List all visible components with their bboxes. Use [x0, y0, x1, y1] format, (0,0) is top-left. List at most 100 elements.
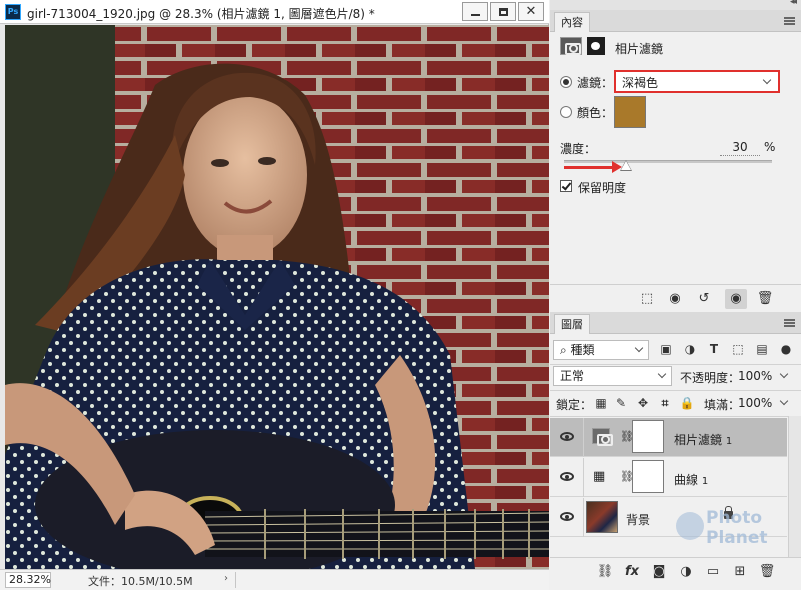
- layer-row-background[interactable]: 背景: [550, 498, 787, 537]
- density-label: 濃度：: [560, 142, 597, 156]
- eye-icon[interactable]: [560, 432, 574, 441]
- type-filter-icon[interactable]: T: [705, 340, 723, 358]
- close-icon: ✕: [525, 4, 537, 19]
- layer-row-photo-filter[interactable]: ⛓ 相片濾鏡 1: [550, 418, 787, 457]
- color-radio[interactable]: [560, 106, 572, 118]
- opacity-value[interactable]: 100%: [738, 369, 772, 383]
- blend-mode-select[interactable]: 正常: [553, 366, 672, 386]
- visibility-toggle-icon[interactable]: ◉: [725, 289, 747, 309]
- lock-pixels-icon[interactable]: ✎: [612, 394, 630, 412]
- minimize-icon: [471, 14, 480, 16]
- filter-label: 濾鏡：: [577, 76, 614, 90]
- layer-name: 相片濾鏡 1: [674, 433, 733, 447]
- panel-collapse-strip[interactable]: ◂◂: [550, 0, 801, 10]
- panel-menu-icon[interactable]: [784, 17, 795, 25]
- status-menu-arrow-icon[interactable]: ›: [224, 573, 228, 584]
- view-previous-icon[interactable]: ◉: [664, 289, 686, 309]
- layer-kind-filter[interactable]: ⌕ 種類: [553, 340, 649, 360]
- density-input[interactable]: 30: [720, 140, 760, 156]
- photo-filter-camera-icon[interactable]: [560, 37, 582, 55]
- density-unit: %: [764, 140, 776, 154]
- preserve-luminosity-label: 保留明度: [578, 181, 627, 195]
- trash-icon[interactable]: 🗑: [756, 562, 778, 582]
- reset-icon[interactable]: ↺: [693, 289, 715, 309]
- fill-label: 填滿：: [704, 398, 741, 412]
- lock-artboard-icon[interactable]: ⌗: [656, 394, 674, 412]
- document-window: Ps girl-713004_1920.jpg @ 28.3% (相片濾鏡 1,…: [0, 0, 549, 590]
- add-mask-icon[interactable]: ◙: [648, 562, 670, 582]
- panel-dock: ◂◂ 內容 相片濾鏡 濾鏡： 深褐色 顏色： 濃度： 30 % 保留明度 ⬚ ◉…: [550, 0, 801, 590]
- status-bar: 28.32% 文件：10.5M/10.5M ›: [0, 569, 549, 590]
- delete-adjustment-icon[interactable]: 🗑: [754, 289, 776, 309]
- density-slider-track[interactable]: [564, 160, 772, 163]
- clip-to-layer-icon[interactable]: ⬚: [636, 289, 658, 309]
- layer-mask-thumbnail[interactable]: [632, 420, 664, 453]
- maximize-button[interactable]: [490, 2, 516, 21]
- layer-mask-icon[interactable]: [587, 37, 605, 55]
- new-adjustment-icon[interactable]: ◑: [675, 562, 697, 582]
- chevron-down-icon[interactable]: [779, 396, 789, 406]
- fill-value[interactable]: 100%: [738, 396, 772, 410]
- curves-adjustment-icon: ▦: [593, 469, 606, 484]
- chevron-down-icon[interactable]: [779, 369, 789, 379]
- folder-icon[interactable]: ▭: [702, 562, 724, 582]
- eye-icon[interactable]: [560, 472, 574, 481]
- filter-radio[interactable]: [560, 76, 572, 88]
- color-swatch[interactable]: [614, 96, 646, 128]
- color-label: 顏色：: [577, 106, 614, 120]
- status-divider: [235, 572, 236, 588]
- document-title: girl-713004_1920.jpg @ 28.3% (相片濾鏡 1, 圖層…: [27, 7, 375, 21]
- fx-icon[interactable]: fx: [621, 562, 643, 582]
- minimize-button[interactable]: [462, 2, 488, 21]
- filter-dropdown-value: 深褐色: [622, 76, 659, 90]
- layers-scrollbar[interactable]: [788, 416, 801, 557]
- photo-filter-camera-icon: [592, 428, 613, 446]
- filter-toggle-icon[interactable]: ●: [777, 340, 795, 358]
- close-button[interactable]: ✕: [518, 2, 544, 21]
- layer-kind-value: 種類: [570, 343, 595, 357]
- photoshop-app-icon: Ps: [5, 4, 21, 20]
- lock-icon: [724, 506, 733, 519]
- zoom-input[interactable]: 28.32%: [5, 572, 51, 588]
- density-slider-thumb[interactable]: [620, 160, 633, 171]
- divider: [583, 418, 584, 457]
- preserve-luminosity-checkbox[interactable]: [560, 180, 572, 192]
- divider: [550, 364, 801, 365]
- collapse-arrows-icon[interactable]: ◂◂: [790, 0, 797, 7]
- layer-name: 曲線 1: [674, 473, 709, 487]
- layer-row-curves[interactable]: ▦ ⛓ 曲線 1: [550, 458, 787, 497]
- smart-object-filter-icon[interactable]: ▤: [753, 340, 771, 358]
- layers-tabbar: 圖層: [550, 312, 801, 334]
- properties-header: 相片濾鏡: [550, 33, 801, 59]
- background-thumbnail[interactable]: [586, 501, 618, 533]
- opacity-label: 不透明度：: [680, 371, 741, 385]
- search-icon: ⌕: [560, 343, 571, 357]
- properties-tabbar: 內容: [550, 10, 801, 32]
- maximize-icon: [499, 8, 508, 16]
- tab-layers[interactable]: 圖層: [554, 314, 590, 334]
- eye-icon[interactable]: [560, 512, 574, 521]
- filter-dropdown[interactable]: 深褐色: [614, 70, 780, 93]
- tab-properties[interactable]: 內容: [554, 12, 590, 32]
- lock-transparency-icon[interactable]: ▦: [592, 394, 610, 412]
- properties-footer: ⬚ ◉ ↺ ◉ 🗑: [550, 284, 801, 312]
- divider: [583, 498, 584, 537]
- lock-label: 鎖定：: [556, 398, 593, 412]
- layer-mask-thumbnail[interactable]: [632, 460, 664, 493]
- lock-all-icon[interactable]: 🔒: [678, 394, 696, 412]
- layers-footer: ⛓ fx ◙ ◑ ▭ ⊞ 🗑: [550, 557, 801, 590]
- properties-title: 相片濾鏡: [615, 42, 664, 56]
- lock-position-icon[interactable]: ✥: [634, 394, 652, 412]
- new-layer-icon[interactable]: ⊞: [729, 562, 751, 582]
- photo-girl-guitar: [5, 25, 549, 569]
- document-titlebar[interactable]: Ps girl-713004_1920.jpg @ 28.3% (相片濾鏡 1,…: [0, 0, 549, 24]
- pixel-layer-filter-icon[interactable]: ▣: [657, 340, 675, 358]
- layers-panel-menu-icon[interactable]: [784, 319, 795, 327]
- link-layers-icon[interactable]: ⛓: [594, 562, 616, 582]
- chevron-down-icon: [634, 343, 644, 353]
- layer-name: 背景: [626, 513, 651, 527]
- adjustment-filter-icon[interactable]: ◑: [681, 340, 699, 358]
- shape-filter-icon[interactable]: ⬚: [729, 340, 747, 358]
- image-canvas[interactable]: [5, 25, 549, 569]
- chevron-down-icon: [762, 75, 772, 85]
